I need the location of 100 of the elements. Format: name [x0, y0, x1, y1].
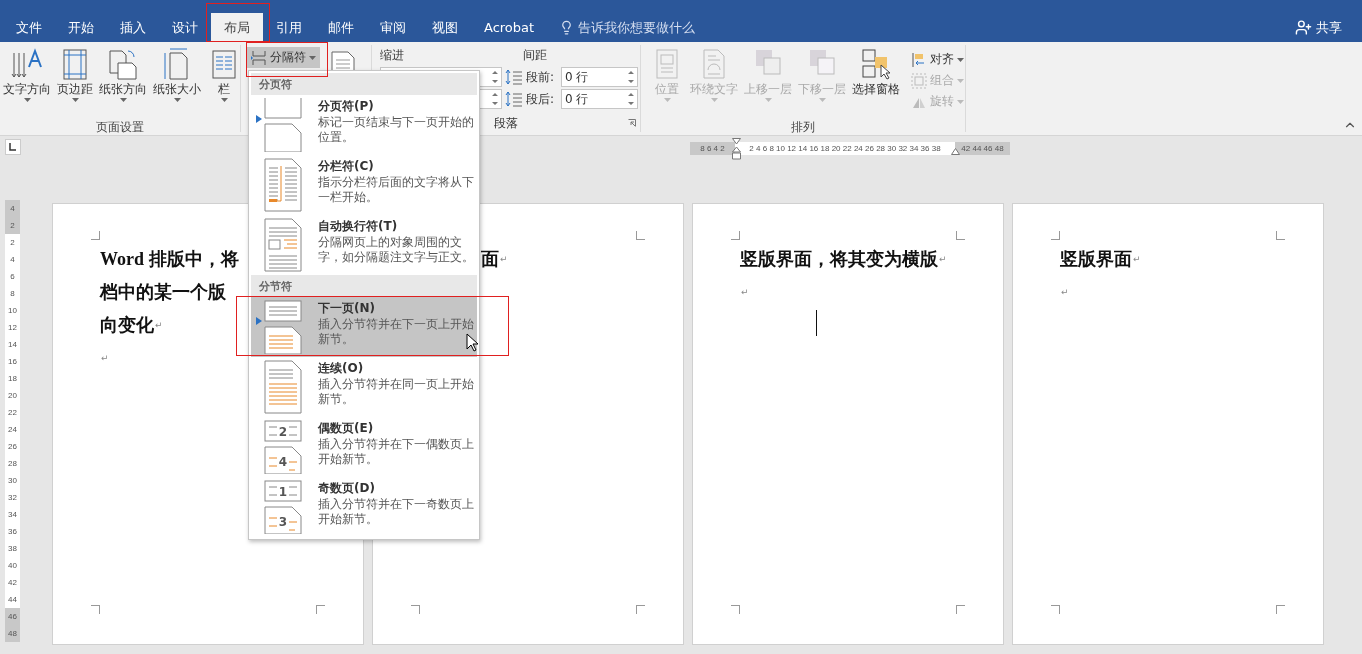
user-plus-icon	[1295, 19, 1312, 36]
ribbon-tab[interactable]: Acrobat	[471, 13, 548, 42]
ruler-number: 20	[5, 387, 20, 404]
ruler-number: 28	[5, 455, 20, 472]
menu-item[interactable]: 1 3 奇数页(D) 插入分节符并在下一奇数页上开始新节。	[251, 477, 477, 537]
spacing-field[interactable]: 0 行	[561, 67, 638, 87]
ruler-number: 44	[5, 591, 20, 608]
breaks-button[interactable]: 分隔符	[247, 47, 320, 68]
line-spacing-icon	[505, 91, 523, 107]
ruler-number: 14	[5, 336, 20, 353]
ruler-number: 2	[5, 234, 20, 251]
ruler-number: 36	[5, 523, 20, 540]
ruler-number: 2	[5, 217, 20, 234]
share-button[interactable]: 共享	[1295, 13, 1342, 42]
selection-pane-icon	[859, 47, 893, 81]
ribbon-button[interactable]: 纸张方向	[96, 47, 150, 119]
caret-icon	[957, 78, 964, 83]
ruler-number: 10	[5, 302, 20, 319]
spacing-field-label: 段后:	[526, 90, 556, 108]
margin-mark	[956, 231, 965, 240]
ruler-numbers: 8 6 4 2	[690, 141, 735, 155]
page-break-icon	[263, 98, 303, 152]
menu-item[interactable]: 分栏符(C) 指示分栏符后面的文字将从下一栏开始。	[251, 155, 477, 215]
document-text: Word 排版中，将	[100, 247, 239, 271]
caret-icon	[23, 98, 31, 102]
margin-mark	[1051, 605, 1060, 614]
margin-mark	[956, 605, 965, 614]
ruler-number: 42	[5, 574, 20, 591]
caret-icon	[119, 98, 127, 102]
ribbon-tab[interactable]: 视图	[419, 13, 471, 42]
menu-item[interactable]: 分页符(P) 标记一页结束与下一页开始的位置。	[251, 95, 477, 155]
paragraph-mark: ↵	[1061, 286, 1069, 297]
caret-icon	[957, 57, 964, 62]
indent-marker-icon[interactable]	[732, 137, 741, 160]
margin-mark	[636, 605, 645, 614]
next-page-icon	[263, 300, 303, 354]
ruler-number: 16	[5, 353, 20, 370]
group-icon	[911, 72, 927, 89]
caret-icon	[663, 98, 671, 102]
spacing-field-label: 段前:	[526, 68, 556, 86]
page-number: 4	[278, 455, 288, 469]
ribbon-tab[interactable]: 布局	[211, 13, 263, 42]
ruler-number: 34	[5, 506, 20, 523]
group-label: 页面设置	[95, 119, 145, 136]
menu-section-heading: 分节符	[251, 275, 477, 297]
ruler-numbers: 42 44 46 48	[955, 141, 1010, 155]
document-text: 竖版界面，将其变为横版	[740, 247, 938, 271]
column-break-icon	[263, 158, 303, 212]
margin-mark	[1276, 231, 1285, 240]
caret-icon	[71, 98, 79, 102]
ruler-number: 6	[5, 268, 20, 285]
line-spacing-icon	[505, 69, 523, 85]
ruler-number: 12	[5, 319, 20, 336]
ruler-number: 18	[5, 370, 20, 387]
indent-marker-icon[interactable]	[951, 147, 960, 155]
ruler-number: 32	[5, 489, 20, 506]
menu-item[interactable]: 自动换行符(T) 分隔网页上的对象周围的文字，如分隔题注文字与正文。	[251, 215, 477, 275]
ribbon-button[interactable]: 栏	[204, 47, 244, 119]
ribbon-tab[interactable]: 审阅	[367, 13, 419, 42]
margin-mark	[411, 605, 420, 614]
tab-selector[interactable]	[5, 139, 21, 155]
ruler-number: 24	[5, 421, 20, 438]
caret-icon	[710, 98, 718, 102]
paragraph-mark: ↵	[101, 352, 109, 363]
ribbon-tab[interactable]: 插入	[107, 13, 159, 42]
dialog-launcher-icon[interactable]	[628, 119, 636, 127]
ruler-number: 40	[5, 557, 20, 574]
page-number: 1	[278, 485, 288, 499]
margin-mark	[316, 605, 325, 614]
left-tab-icon	[9, 143, 17, 151]
ribbon-tab[interactable]: 邮件	[315, 13, 367, 42]
ruler-number: 30	[5, 472, 20, 489]
ribbon-tab[interactable]: 开始	[55, 13, 107, 42]
spacing-field[interactable]: 0 行	[561, 89, 638, 109]
caret-icon	[309, 55, 316, 60]
menu-item[interactable]: 下一页(N) 插入分节符并在下一页上开始新节。	[251, 297, 477, 357]
ribbon-tab[interactable]: 引用	[263, 13, 315, 42]
margin-mark	[731, 605, 740, 614]
group-label: 段落	[494, 114, 518, 132]
spacing-label: 间距	[523, 46, 548, 64]
page-number: 2	[278, 425, 288, 439]
caret-icon	[957, 99, 964, 104]
ribbon-button[interactable]: 对齐	[907, 49, 968, 70]
ribbon-button[interactable]: 页边距	[54, 47, 96, 119]
caret-icon	[220, 98, 228, 102]
ruler-number: 8	[5, 285, 20, 302]
indent-label: 缩进	[380, 46, 405, 64]
text-wrap-icon	[263, 218, 303, 272]
ribbon-button[interactable]: 纸张大小	[150, 47, 204, 119]
paragraph-mark: ↵	[155, 319, 163, 330]
ribbon-button[interactable]: 选择窗格	[849, 47, 903, 119]
tell-me-field[interactable]: 告诉我你想要做什么	[559, 13, 696, 42]
ribbon-tab[interactable]: 设计	[159, 13, 211, 42]
ribbon-tab[interactable]: 文件	[3, 13, 55, 42]
continuous-icon	[263, 360, 303, 414]
document-text: 竖版界面	[1060, 247, 1132, 271]
menu-item[interactable]: 2 4 偶数页(E) 插入分节符并在下一偶数页上开始新节。	[251, 417, 477, 477]
paragraph-mark: ↵	[741, 286, 749, 297]
menu-item[interactable]: 连续(O) 插入分节符并在同一页上开始新节。	[251, 357, 477, 417]
ribbon-button[interactable]: 文字方向	[0, 47, 54, 119]
